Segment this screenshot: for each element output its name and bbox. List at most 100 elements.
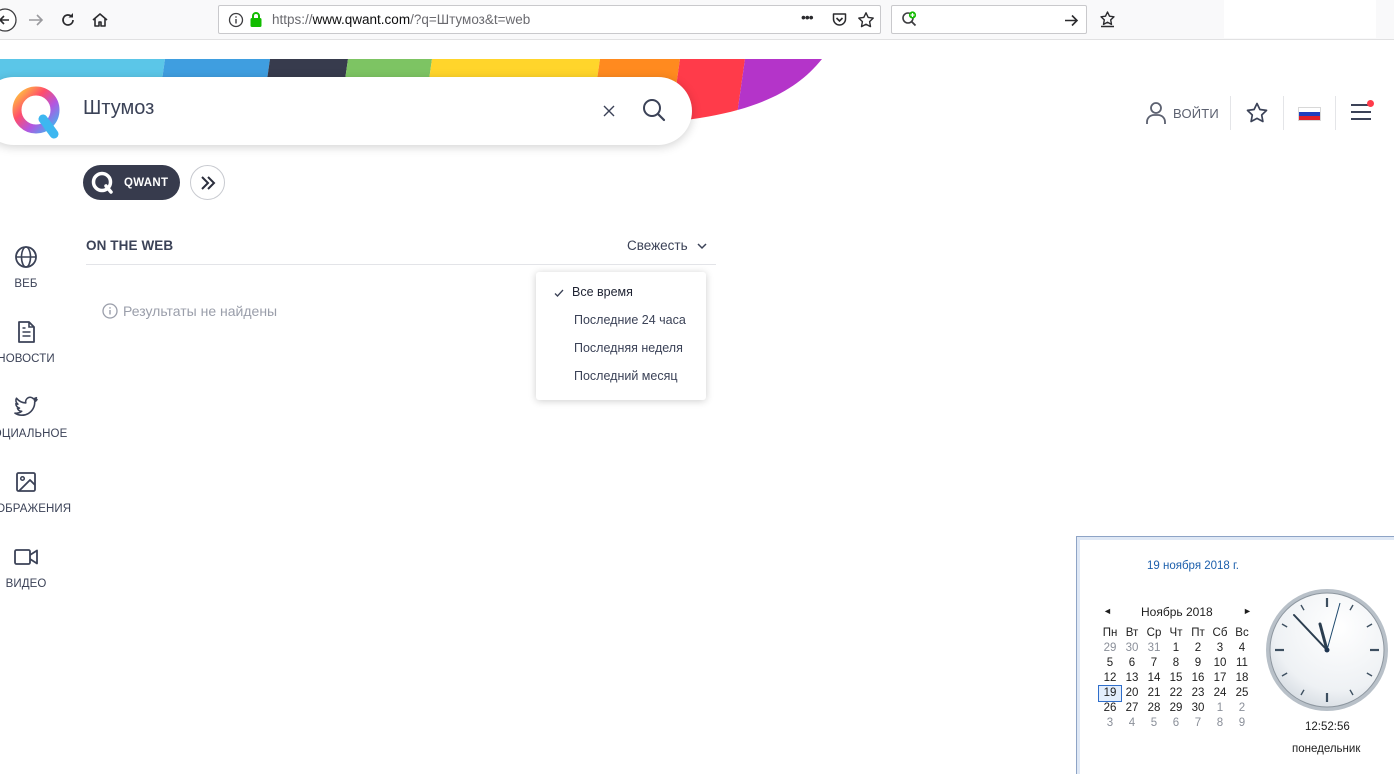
search-engine-icon[interactable]	[900, 10, 919, 29]
calendar-day[interactable]: 27	[1121, 701, 1143, 716]
favorites-star-icon[interactable]	[1245, 101, 1269, 125]
calendar-next-button[interactable]: ►	[1243, 606, 1252, 616]
calendar-day[interactable]: 8	[1165, 656, 1187, 671]
rail-label-images: ИЗОБРАЖЕНИЯ	[0, 503, 72, 515]
calendar-day[interactable]: 5	[1143, 716, 1165, 731]
language-flag-icon[interactable]	[1298, 107, 1321, 121]
clock-digital-time: 12:52:56	[1305, 721, 1350, 733]
rail-label-video: ВИДЕО	[5, 578, 47, 590]
rail-item-video[interactable]: ВИДЕО	[0, 545, 72, 590]
calendar-prev-button[interactable]: ◄	[1103, 606, 1112, 616]
calendar-day[interactable]: 2	[1187, 641, 1209, 656]
calendar-day[interactable]: 22	[1165, 686, 1187, 701]
calendar-day[interactable]: 9	[1187, 656, 1209, 671]
calendar-day[interactable]: 18	[1231, 671, 1253, 686]
reload-button[interactable]	[54, 6, 82, 34]
rail-item-news[interactable]: НОВОСТИ	[0, 320, 72, 365]
qwant-logo-icon[interactable]	[10, 85, 66, 141]
calendar-day[interactable]: 1	[1209, 701, 1231, 716]
calendar-day[interactable]: 11	[1231, 656, 1253, 671]
calendar-day[interactable]: 29	[1099, 641, 1121, 656]
home-button[interactable]	[86, 6, 114, 34]
forward-arrow-icon	[29, 14, 44, 26]
calendar-day[interactable]: 30	[1121, 641, 1143, 656]
freshness-dropdown-toggle[interactable]: Свежесть	[627, 238, 708, 253]
info-icon[interactable]	[228, 12, 244, 28]
calendar-day[interactable]: 9	[1231, 716, 1253, 731]
freshness-option-week[interactable]: Последняя неделя	[574, 341, 683, 355]
rail-item-web[interactable]: ВЕБ	[0, 245, 72, 290]
url-protocol: https://	[272, 12, 313, 27]
clear-search-icon[interactable]	[598, 100, 620, 122]
video-icon	[14, 549, 38, 565]
calendar-day[interactable]: 10	[1209, 656, 1231, 671]
calendar-day[interactable]: 25	[1231, 686, 1253, 701]
search-input[interactable]: Штумоз	[83, 97, 154, 120]
calendar-day[interactable]: 6	[1165, 716, 1187, 731]
calendar-day[interactable]: 1	[1165, 641, 1187, 656]
rail-label-social: СОЦИАЛЬНОЕ	[0, 428, 68, 440]
calendar-week-row: 12 13 14 15 16 17 18	[1099, 671, 1253, 686]
calendar-day[interactable]: 4	[1121, 716, 1143, 731]
calendar-month-label[interactable]: Ноябрь 2018	[1141, 605, 1213, 619]
search-submit-icon[interactable]	[641, 97, 667, 123]
qwant-engine-tab[interactable]: QWANT	[83, 165, 180, 200]
calendar-day[interactable]: 12	[1099, 671, 1121, 686]
freshness-menu: Все время Последние 24 часа Последняя не…	[536, 272, 706, 400]
calendar-day[interactable]: 28	[1143, 701, 1165, 716]
qwant-engine-label: QWANT	[124, 176, 169, 189]
calendar-day[interactable]: 23	[1187, 686, 1209, 701]
back-button[interactable]	[0, 6, 22, 34]
calendar-weekday: Вс	[1235, 627, 1249, 639]
calendar-day[interactable]: 29	[1165, 701, 1187, 716]
freshness-option-24h[interactable]: Последние 24 часа	[574, 313, 686, 327]
browser-search-bar[interactable]	[891, 5, 1087, 34]
search-go-icon[interactable]	[1063, 12, 1080, 29]
calendar-day[interactable]: 6	[1121, 656, 1143, 671]
calendar-day[interactable]: 16	[1187, 671, 1209, 686]
calendar-weekday: Ср	[1146, 627, 1162, 639]
calendar-day[interactable]: 15	[1165, 671, 1187, 686]
calendar-day[interactable]: 20	[1121, 686, 1143, 701]
calendar-day[interactable]: 3	[1099, 716, 1121, 731]
calendar-day[interactable]: 7	[1187, 716, 1209, 731]
pocket-icon[interactable]	[831, 11, 848, 28]
calendar-day[interactable]: 26	[1099, 701, 1121, 716]
calendar-day[interactable]: 2	[1231, 701, 1253, 716]
rail-item-social[interactable]: СОЦИАЛЬНОЕ	[0, 395, 72, 440]
calendar-day[interactable]: 14	[1143, 671, 1165, 686]
header-divider	[1230, 96, 1231, 130]
calendar-weekday: Пн	[1102, 627, 1118, 639]
calendar-weekday: Сб	[1212, 627, 1228, 639]
calendar-day[interactable]: 17	[1209, 671, 1231, 686]
calendar-day[interactable]: 13	[1121, 671, 1143, 686]
login-button[interactable]: ВОЙТИ	[1145, 101, 1219, 125]
flyout-long-date[interactable]: 19 ноября 2018 г.	[1077, 560, 1309, 572]
calendar-day[interactable]: 7	[1143, 656, 1165, 671]
freshness-option-all-time[interactable]: Все время	[572, 285, 633, 299]
no-results-message: Результаты не найдены	[102, 303, 277, 319]
calendar-day[interactable]: 5	[1099, 656, 1121, 671]
lock-icon	[250, 12, 262, 27]
login-label: ВОЙТИ	[1173, 105, 1219, 121]
url-text[interactable]: https://www.qwant.com/?q=Штумоз&t=web	[272, 12, 530, 27]
more-engines-button[interactable]	[190, 165, 225, 200]
calendar-day[interactable]: 4	[1231, 641, 1253, 656]
page-actions-button[interactable]: •••	[801, 9, 814, 25]
calendar-day[interactable]: 8	[1209, 716, 1231, 731]
freshness-option-month[interactable]: Последний месяц	[574, 369, 678, 383]
calendar-week-row: 19 20 21 22 23 24 25	[1098, 685, 1253, 702]
rail-label-news: НОВОСТИ	[0, 353, 55, 365]
calendar-day[interactable]: 19	[1098, 685, 1122, 702]
calendar-day[interactable]: 24	[1209, 686, 1231, 701]
calendar-day[interactable]: 31	[1143, 641, 1165, 656]
library-star-icon[interactable]	[1098, 10, 1117, 29]
bookmark-star-icon[interactable]	[857, 11, 875, 29]
rail-item-images[interactable]: ИЗОБРАЖЕНИЯ	[0, 470, 72, 515]
calendar-day[interactable]: 3	[1209, 641, 1231, 656]
calendar-day[interactable]: 30	[1187, 701, 1209, 716]
forward-button[interactable]	[22, 6, 50, 34]
url-bar[interactable]: https://www.qwant.com/?q=Штумоз&t=web ••…	[218, 5, 881, 34]
calendar-day[interactable]: 21	[1143, 686, 1165, 701]
screen: { "browser": { "url_protocol": "https://…	[0, 0, 1394, 774]
